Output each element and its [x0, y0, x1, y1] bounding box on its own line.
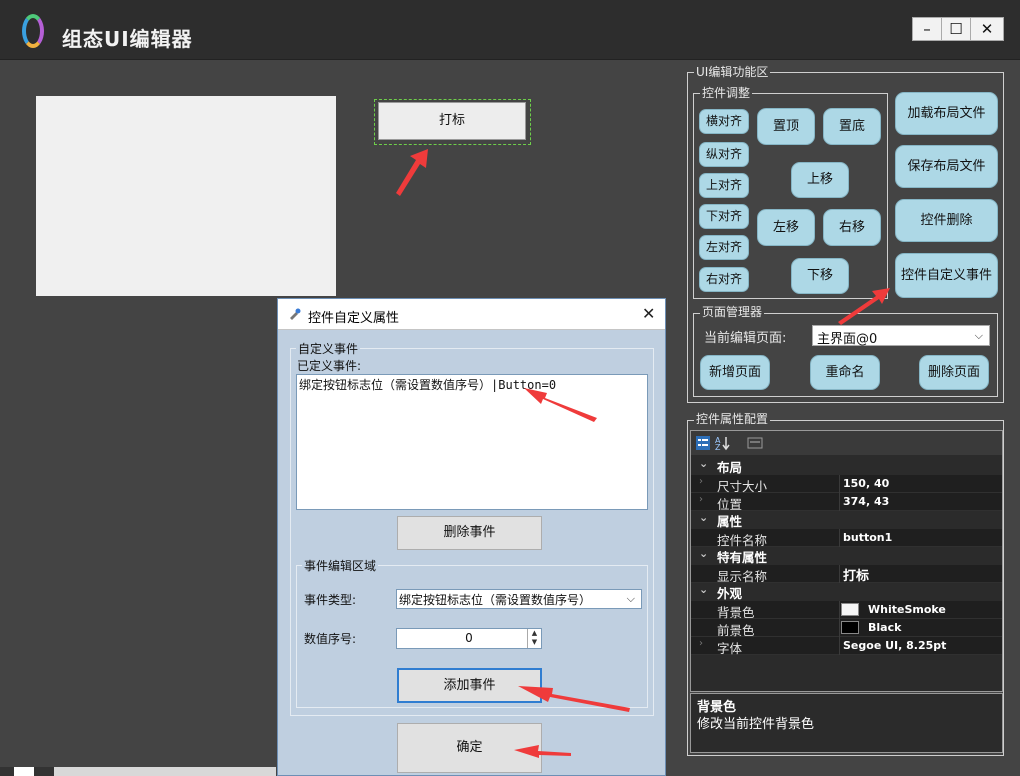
delete-page-button[interactable]: 删除页面: [919, 355, 989, 390]
move-down-button[interactable]: 下移: [791, 258, 849, 294]
move-right-button[interactable]: 右移: [823, 209, 881, 246]
prop-fore-color[interactable]: 前景色 Black: [691, 619, 1002, 638]
move-left-button[interactable]: 左移: [757, 209, 815, 246]
send-to-back-button[interactable]: 置底: [823, 108, 881, 145]
event-edit-group-title: 事件编辑区域: [302, 557, 379, 574]
confirm-button[interactable]: 确定: [397, 723, 542, 773]
design-canvas-panel[interactable]: [36, 96, 336, 296]
delete-control-button[interactable]: 控件删除: [895, 199, 998, 242]
page-manager-title: 页面管理器: [700, 305, 765, 319]
dialog-close-icon[interactable]: ✕: [642, 304, 655, 323]
category-special[interactable]: ⌄ 特有属性: [691, 547, 1002, 565]
collapse-icon: ⌄: [699, 547, 709, 560]
load-layout-button[interactable]: 加载布局文件: [895, 92, 998, 135]
control-adjust-title: 控件调整: [700, 86, 753, 100]
svg-text:Z: Z: [715, 443, 721, 451]
collapse-icon: ⌄: [699, 457, 709, 470]
category-appearance[interactable]: ⌄ 外观: [691, 583, 1002, 601]
prop-position[interactable]: › 位置 374, 43: [691, 493, 1002, 512]
align-top-button[interactable]: 上对齐: [699, 173, 749, 198]
help-description: 修改当前控件背景色: [697, 717, 815, 732]
dialog-app-icon: [290, 308, 301, 320]
index-stepper[interactable]: 0: [396, 628, 542, 649]
expand-icon: ›: [699, 638, 703, 649]
align-right-button[interactable]: 右对齐: [699, 267, 749, 292]
expand-icon: ›: [699, 476, 703, 487]
defined-events-list[interactable]: 绑定按钮标志位（需设置数值序号）|Button=0: [296, 374, 648, 510]
stepper-arrows-icon[interactable]: ▲ ▼: [527, 629, 541, 648]
arrow-annotation-icon: [396, 149, 428, 196]
design-button[interactable]: 打标: [378, 102, 526, 140]
prop-font[interactable]: › 字体 Segoe UI, 8.25pt: [691, 637, 1002, 656]
save-layout-button[interactable]: 保存布局文件: [895, 145, 998, 188]
current-page-select[interactable]: 主界面@0 ⌵: [812, 325, 990, 347]
align-vertical-button[interactable]: 纵对齐: [699, 142, 749, 167]
close-button[interactable]: ✕: [970, 17, 1004, 41]
minimize-button[interactable]: –: [912, 17, 942, 41]
alphabetical-icon[interactable]: A Z: [715, 435, 731, 451]
dialog-title: 控件自定义属性: [308, 311, 400, 326]
current-page-label: 当前编辑页面:: [704, 331, 787, 346]
fore-color-swatch: [841, 621, 859, 634]
ui-edit-area-title: UI编辑功能区: [694, 65, 771, 79]
property-help-panel: 背景色 修改当前控件背景色: [690, 693, 1003, 753]
align-horizontal-button[interactable]: 横对齐: [699, 109, 749, 134]
prop-size[interactable]: › 尺寸大小 150, 40: [691, 475, 1002, 494]
rename-page-button[interactable]: 重命名: [810, 355, 880, 390]
category-layout[interactable]: ⌄ 布局: [691, 457, 1002, 475]
current-page-value: 主界面@0: [817, 332, 878, 347]
back-color-swatch: [841, 603, 859, 616]
maximize-button[interactable]: ☐: [941, 17, 971, 41]
bring-to-front-button[interactable]: 置顶: [757, 108, 815, 145]
align-bottom-button[interactable]: 下对齐: [699, 204, 749, 229]
event-type-select[interactable]: 绑定按钮标志位（需设置数值序号） ⌵: [396, 589, 642, 609]
expand-icon: ›: [699, 494, 703, 505]
event-type-label: 事件类型:: [304, 593, 357, 607]
move-up-button[interactable]: 上移: [791, 162, 849, 198]
delete-event-button[interactable]: 删除事件: [397, 516, 542, 550]
chevron-down-icon: ⌵: [974, 329, 983, 342]
property-grid-toolbar: A Z: [691, 431, 1002, 455]
collapse-icon: ⌄: [699, 511, 709, 524]
category-attributes[interactable]: ⌄ 属性: [691, 511, 1002, 529]
app-title: 组态UI编辑器: [62, 27, 193, 51]
custom-event-group-title: 自定义事件: [296, 340, 361, 357]
property-config-title: 控件属性配置: [694, 412, 771, 426]
collapse-icon: ⌄: [699, 583, 709, 596]
custom-event-button[interactable]: 控件自定义事件: [895, 253, 998, 298]
event-type-value: 绑定按钮标志位（需设置数值序号）: [399, 593, 592, 607]
title-bar: 组态UI编辑器 – ☐ ✕: [0, 0, 1020, 60]
property-pages-icon[interactable]: [747, 435, 763, 451]
add-event-button[interactable]: 添加事件: [397, 668, 542, 703]
app-logo-icon: [22, 14, 44, 48]
prop-control-name[interactable]: 控件名称 button1: [691, 529, 1002, 548]
chevron-down-icon: ⌵: [626, 592, 635, 605]
property-grid[interactable]: A Z ⌄ 布局 › 尺寸大小 150, 40 › 位置 374, 43 ⌄ 属…: [690, 430, 1003, 692]
prop-back-color[interactable]: 背景色 WhiteSmoke: [691, 601, 1002, 620]
add-page-button[interactable]: 新增页面: [700, 355, 770, 390]
dialog-title-bar: 控件自定义属性 ✕: [278, 299, 665, 330]
prop-display-name[interactable]: 显示名称 打标: [691, 565, 1002, 584]
index-label: 数值序号:: [304, 632, 357, 646]
list-item[interactable]: 绑定按钮标志位（需设置数值序号）|Button=0: [299, 376, 645, 393]
align-left-button[interactable]: 左对齐: [699, 235, 749, 260]
categorized-icon[interactable]: [695, 435, 711, 451]
defined-events-label: 已定义事件:: [297, 359, 362, 373]
